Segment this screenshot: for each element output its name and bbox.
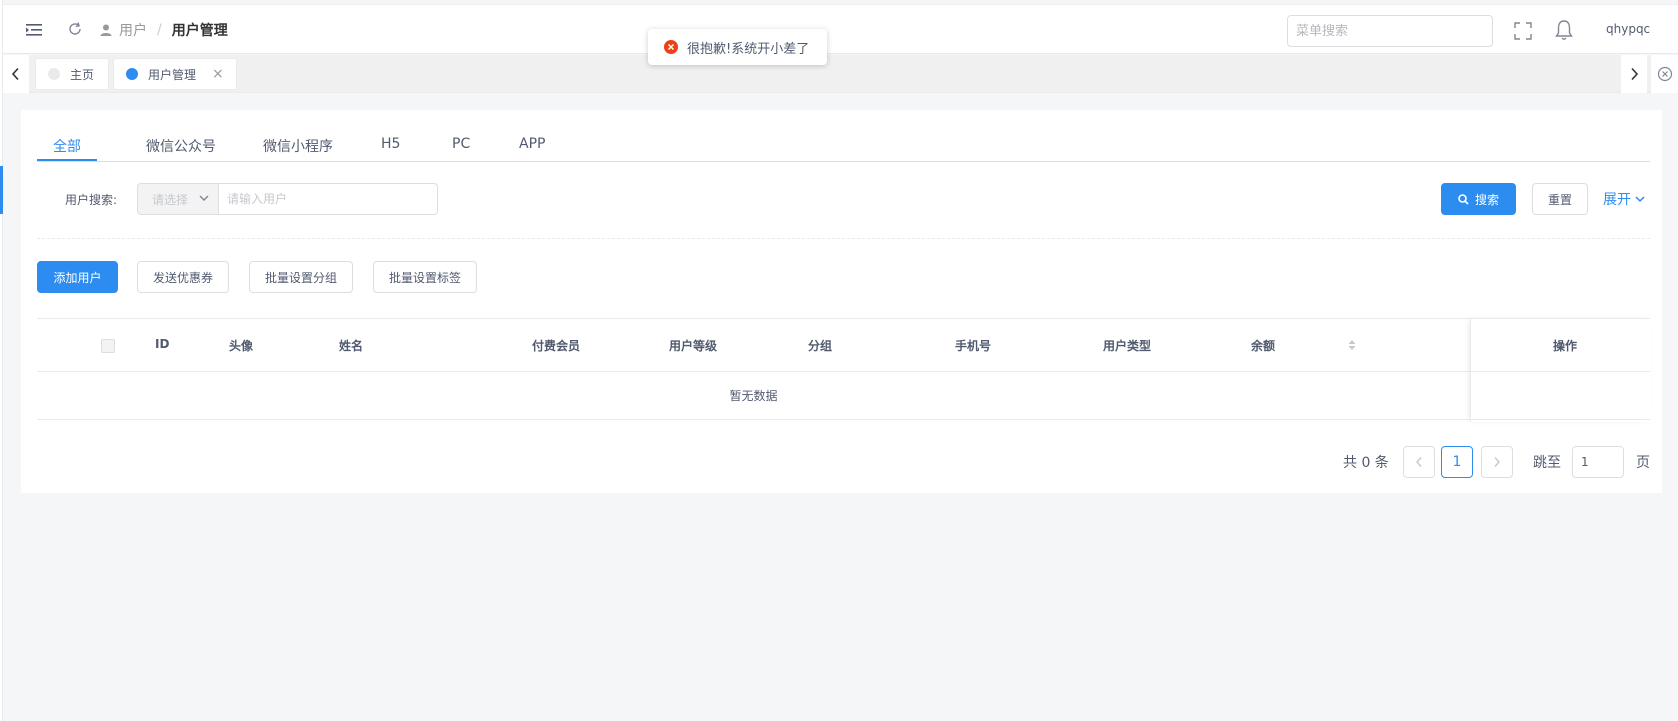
column-header-id: ID	[155, 337, 170, 351]
send-coupon-button[interactable]: 发送优惠券	[137, 261, 229, 293]
reset-button[interactable]: 重置	[1532, 183, 1588, 215]
column-header-paid-member: 付费会员	[532, 339, 581, 353]
table-header: ID 头像 姓名 付费会员 用户等级 分组 手机号 用户类型 余额 操作	[37, 318, 1650, 372]
active-tab-indicator	[37, 159, 97, 161]
chevron-right-icon	[1631, 67, 1639, 81]
breadcrumb: 用户 / 用户管理	[99, 20, 228, 40]
batch-set-tag-button[interactable]: 批量设置标签	[373, 261, 477, 293]
column-header-phone: 手机号	[955, 339, 992, 353]
next-page-button[interactable]	[1481, 446, 1513, 478]
user-management-card: 全部 微信公众号 微信小程序 H5 PC APP 用户搜索: 请选择 搜索 重置…	[21, 110, 1662, 493]
users-table: ID 头像 姓名 付费会员 用户等级 分组 手机号 用户类型 余额 操作 暂无数…	[37, 318, 1650, 422]
tab-close-icon[interactable]: ×	[212, 66, 224, 82]
tab-label: 主页	[70, 67, 95, 82]
jump-to-label: 跳至	[1533, 455, 1561, 471]
page-number-button[interactable]: 1	[1441, 446, 1473, 478]
chevron-down-icon	[1635, 196, 1645, 203]
user-search-label: 用户搜索:	[65, 193, 118, 207]
user-search-input[interactable]	[218, 183, 438, 215]
error-toast: 很抱歉!系统开小差了	[648, 29, 828, 65]
menu-search-input[interactable]	[1287, 15, 1493, 47]
tab-app[interactable]: APP	[519, 136, 545, 152]
toast-message: 很抱歉!系统开小差了	[687, 41, 810, 57]
chevron-down-icon	[199, 195, 209, 201]
column-header-user-type: 用户类型	[1103, 339, 1152, 353]
user-icon	[100, 24, 112, 36]
username[interactable]: qhypqc	[1606, 22, 1650, 36]
select-placeholder: 请选择	[152, 192, 189, 207]
expand-label: 展开	[1603, 192, 1631, 208]
column-header-name: 姓名	[339, 339, 364, 353]
tab-h5[interactable]: H5	[381, 136, 400, 152]
divider	[37, 238, 1650, 239]
batch-set-group-button[interactable]: 批量设置分组	[249, 261, 353, 293]
tab-wechat-miniprogram[interactable]: 微信小程序	[263, 136, 333, 156]
close-circle-icon	[1657, 66, 1672, 82]
chevron-left-icon	[1416, 457, 1422, 467]
tab-label: 用户管理	[148, 67, 197, 82]
top-header: 用户 / 用户管理 qhypqc	[3, 4, 1678, 54]
close-all-tabs-button[interactable]	[1651, 55, 1678, 93]
add-user-button[interactable]: 添加用户	[37, 261, 118, 293]
menu-fold-icon[interactable]	[25, 22, 43, 38]
tabs-scroll-right-button[interactable]	[1621, 55, 1647, 93]
breadcrumb-current: 用户管理	[171, 23, 228, 39]
page-suffix-label: 页	[1636, 455, 1650, 471]
fullscreen-icon[interactable]	[1514, 22, 1532, 40]
left-sidebar-strip	[0, 0, 3, 721]
tab-user-management[interactable]: 用户管理 ×	[113, 58, 237, 90]
page-tabs-bar: 主页 用户管理 ×	[3, 55, 1678, 93]
prev-page-button[interactable]	[1403, 446, 1435, 478]
column-header-user-level: 用户等级	[669, 339, 718, 353]
sort-icon[interactable]	[1348, 339, 1356, 351]
bell-icon[interactable]	[1554, 19, 1574, 41]
search-icon	[1458, 193, 1469, 205]
tabs-scroll-left-button[interactable]	[3, 55, 29, 93]
error-circle-icon	[664, 40, 678, 54]
tab-pc[interactable]: PC	[452, 136, 470, 152]
table-empty-state: 暂无数据	[37, 372, 1470, 420]
fixed-column-empty-cell	[1470, 372, 1650, 420]
tab-wechat-official[interactable]: 微信公众号	[146, 136, 216, 156]
tab-home[interactable]: 主页	[35, 58, 109, 90]
tab-status-dot	[126, 68, 138, 80]
jump-page-input[interactable]	[1572, 446, 1624, 478]
select-all-checkbox[interactable]	[101, 339, 115, 353]
refresh-icon[interactable]	[67, 21, 83, 37]
search-field-select[interactable]: 请选择	[137, 183, 219, 215]
chevron-left-icon	[11, 67, 19, 81]
expand-toggle[interactable]: 展开	[1603, 189, 1645, 209]
tab-status-dot	[48, 68, 60, 80]
breadcrumb-separator: /	[157, 22, 162, 38]
pagination-total: 共 0 条	[1343, 455, 1389, 471]
sidebar-active-indicator	[0, 166, 3, 214]
breadcrumb-parent[interactable]: 用户	[119, 20, 147, 40]
chevron-right-icon	[1494, 457, 1500, 467]
search-button[interactable]: 搜索	[1441, 183, 1516, 215]
user-type-tabs: 全部 微信公众号 微信小程序 H5 PC APP	[37, 110, 1650, 162]
search-form: 用户搜索: 请选择 搜索 重置 展开	[21, 162, 1662, 240]
search-button-label: 搜索	[1474, 192, 1499, 207]
column-header-balance[interactable]: 余额	[1251, 337, 1275, 354]
column-header-avatar: 头像	[229, 339, 254, 353]
tab-all[interactable]: 全部	[53, 136, 81, 156]
column-header-group: 分组	[808, 339, 833, 353]
